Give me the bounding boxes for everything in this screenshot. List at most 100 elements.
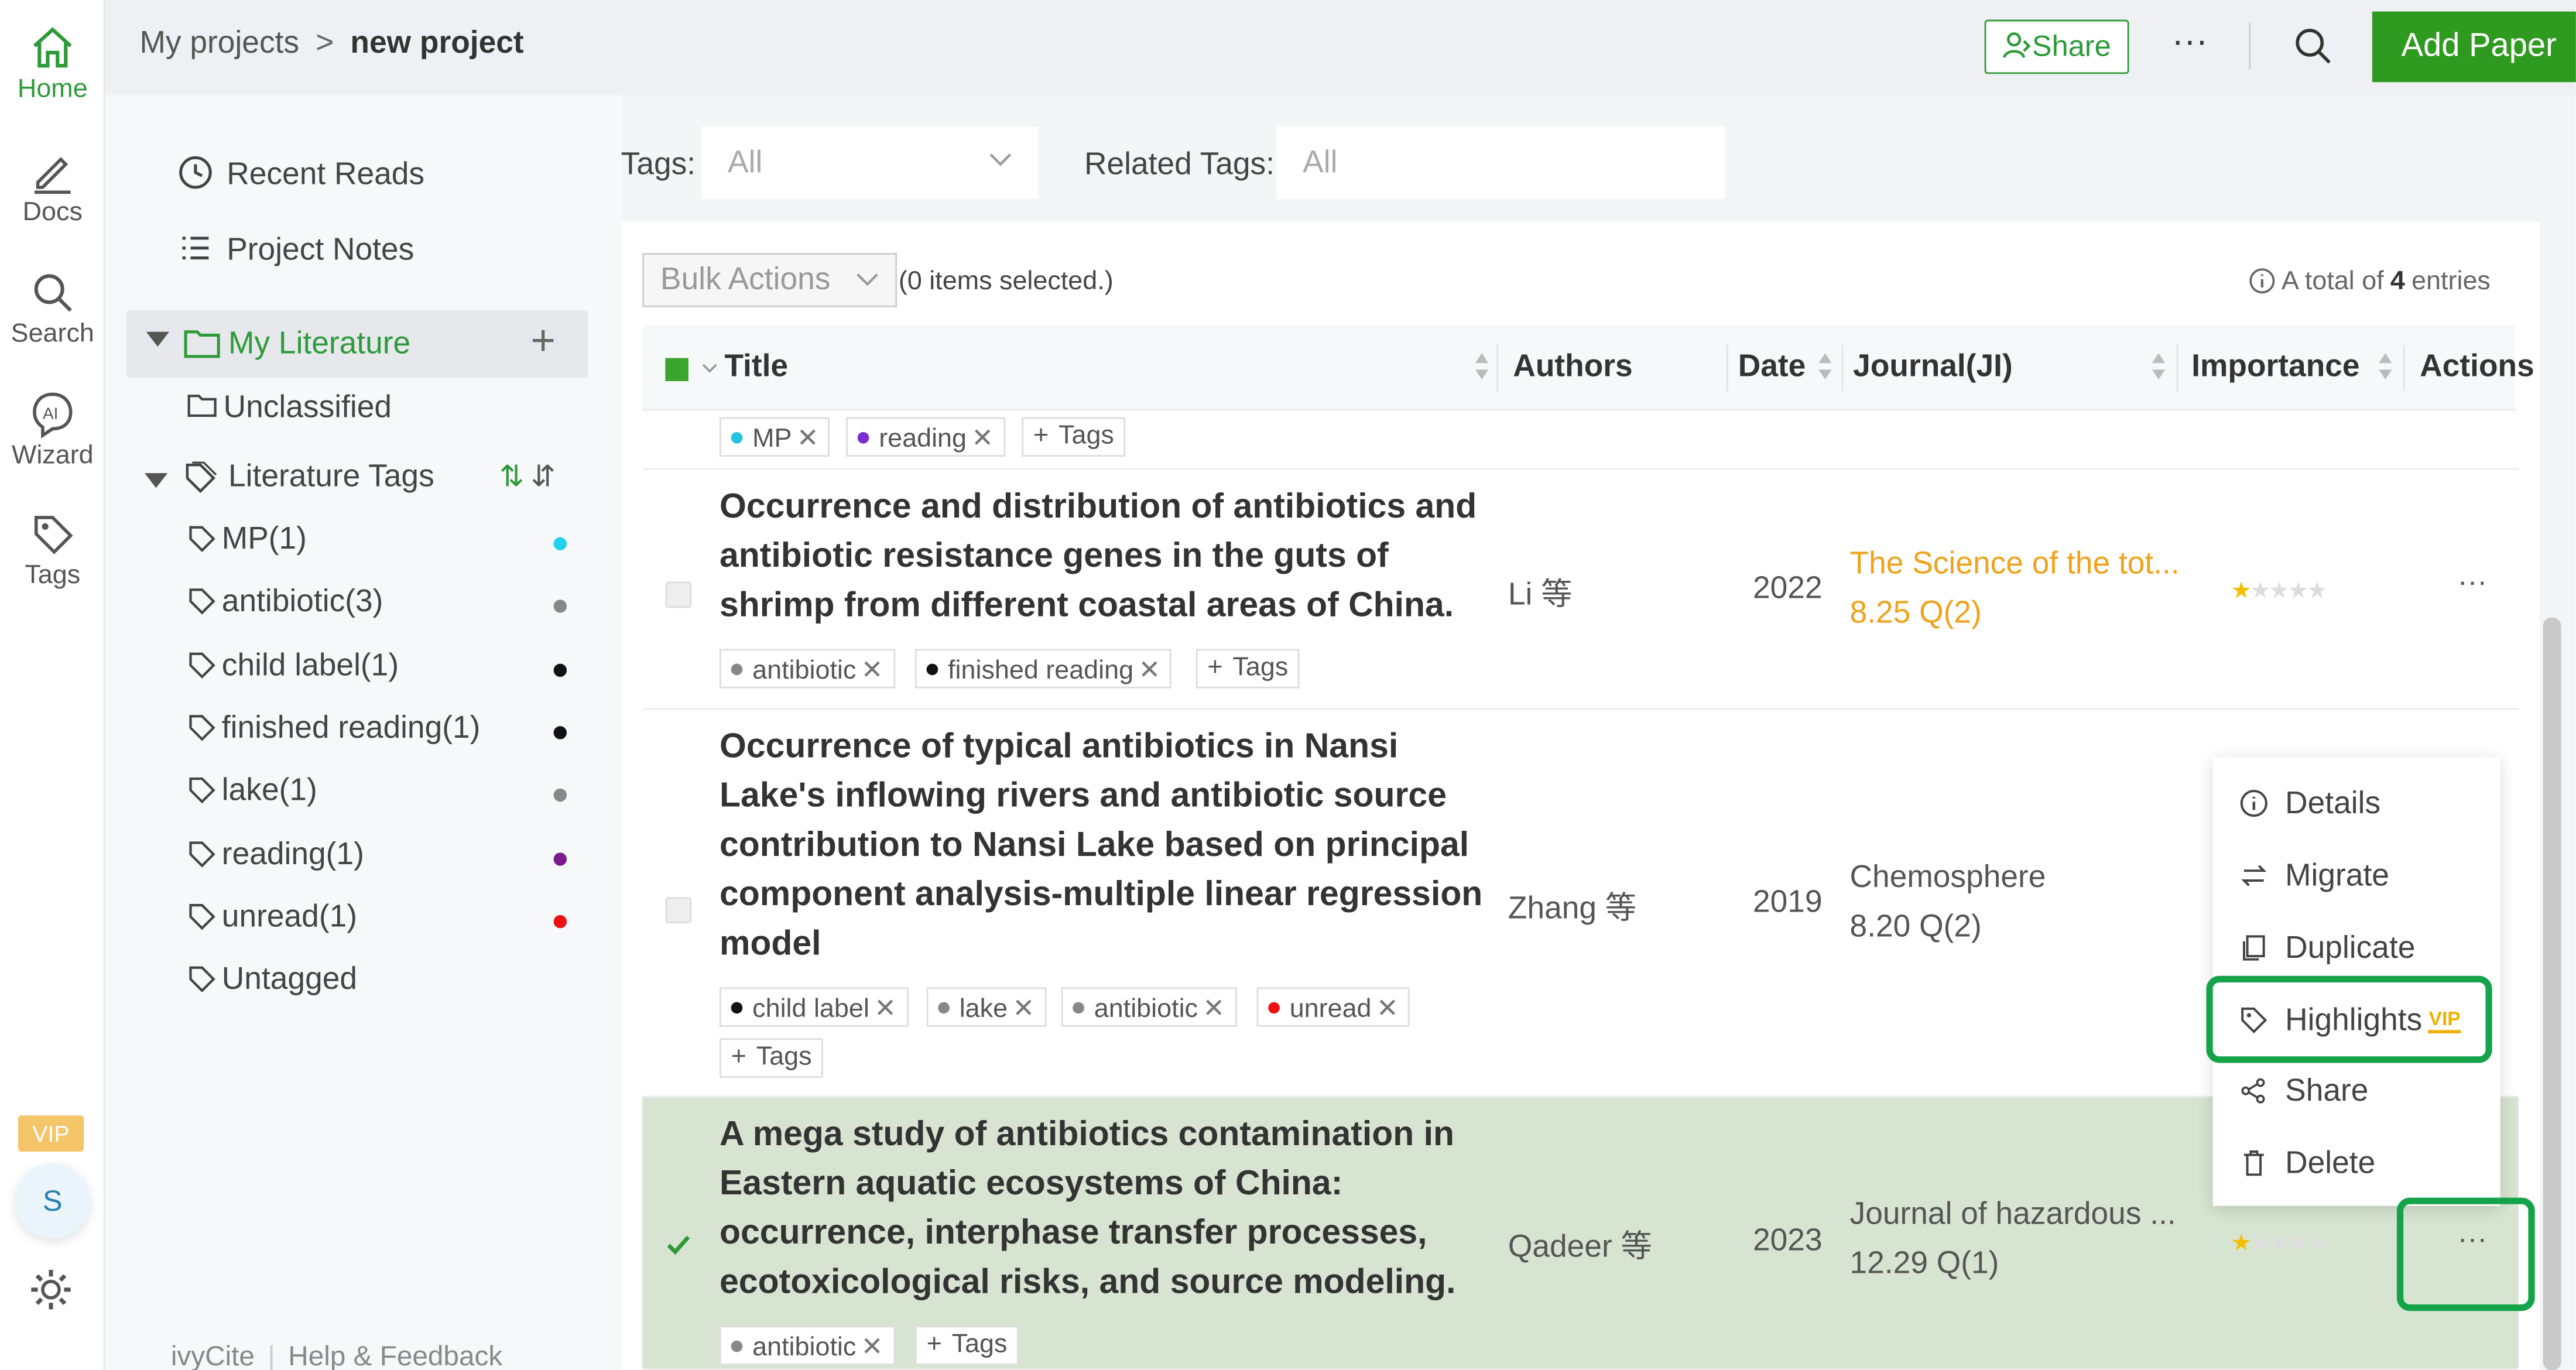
add-tag-button[interactable]: + Tags: [914, 1326, 1019, 1365]
collapse-triangle-icon[interactable]: [146, 331, 170, 347]
remove-tag-icon[interactable]: ✕: [1376, 995, 1399, 1023]
related-tags-value: All: [1303, 146, 1338, 181]
copy-icon: [2243, 935, 2265, 961]
tag-color-dot: [553, 851, 567, 865]
tags-filter-select[interactable]: All: [701, 126, 1039, 199]
sort-icon[interactable]: [2377, 348, 2393, 385]
table-row[interactable]: Occurrence and distribution of antibioti…: [642, 470, 2519, 710]
add-tag-button[interactable]: + Tags: [720, 1038, 824, 1078]
add-paper-button[interactable]: Add Paper: [2372, 11, 2576, 83]
bulk-actions-select[interactable]: Bulk Actions: [642, 253, 898, 307]
paper-journal[interactable]: The Science of the tot... 8.25 Q(2): [1850, 540, 2180, 639]
table-header: Title Authors Date Journal(JI) Importanc…: [642, 325, 2534, 411]
more-options-button[interactable]: ···: [2172, 20, 2208, 63]
breadcrumb-root[interactable]: My projects: [140, 26, 300, 61]
recent-reads-link[interactable]: Recent Reads: [177, 155, 424, 194]
add-folder-icon[interactable]: +: [530, 316, 556, 367]
column-date[interactable]: Date: [1738, 350, 1806, 386]
sidebar-tag-item[interactable]: antibiotic(3): [187, 585, 567, 628]
column-divider: [1841, 345, 1844, 391]
scrollbar[interactable]: [2543, 618, 2561, 1370]
folder-icon: [184, 330, 220, 358]
unclassified-folder[interactable]: Unclassified: [187, 391, 392, 427]
migrate-icon: [2241, 865, 2267, 886]
search-icon[interactable]: [2290, 23, 2337, 69]
remove-tag-icon[interactable]: ✕: [1013, 995, 1035, 1023]
column-divider: [1727, 345, 1728, 391]
collapse-triangle-icon[interactable]: [144, 473, 168, 488]
remove-tag-icon[interactable]: ✕: [1203, 995, 1225, 1023]
menu-item-details[interactable]: Details: [2239, 787, 2380, 823]
untagged-item[interactable]: Untagged: [187, 963, 565, 1005]
paper-title[interactable]: Occurrence of typical antibiotics in Nan…: [720, 723, 1500, 970]
sidebar-tag-item[interactable]: unread(1): [187, 900, 567, 943]
table-row: MP ✕ reading ✕ + Tags: [642, 411, 2519, 470]
help-feedback-link[interactable]: Help & Feedback: [288, 1341, 502, 1370]
tag-icon: [189, 966, 215, 992]
column-actions: Actions: [2420, 350, 2534, 385]
tag-chip-label: antibiotic: [1094, 995, 1198, 1024]
column-title[interactable]: Title: [724, 350, 788, 386]
sidebar-tag-item[interactable]: lake(1): [187, 774, 567, 817]
sort-icon[interactable]: [2150, 348, 2167, 385]
row-more-button[interactable]: ···: [2458, 565, 2487, 600]
remove-tag-icon[interactable]: ✕: [1138, 657, 1160, 685]
gear-icon[interactable]: [26, 1265, 76, 1314]
column-divider: [1496, 345, 1499, 391]
menu-item-duplicate[interactable]: Duplicate: [2239, 931, 2415, 968]
remove-tag-icon[interactable]: ✕: [874, 995, 896, 1023]
sort-icon[interactable]: [1474, 348, 1490, 385]
tag-icon: [189, 715, 215, 741]
remove-tag-icon[interactable]: ✕: [971, 426, 994, 454]
menu-item-migrate[interactable]: Migrate: [2239, 859, 2389, 896]
rail-tags-label: Tags: [25, 561, 81, 590]
remove-tag-icon[interactable]: ✕: [861, 1334, 883, 1362]
rail-docs[interactable]: Docs: [0, 146, 105, 228]
sort-icon[interactable]: [1817, 348, 1833, 385]
remove-tag-icon[interactable]: ✕: [797, 426, 819, 454]
left-rail: Home Docs Search AI Wizard Tags VIP S: [0, 0, 105, 1370]
row-checkbox[interactable]: [665, 897, 692, 923]
column-authors[interactable]: Authors: [1513, 350, 1632, 386]
importance-stars[interactable]: ★★★★★: [2231, 1229, 2328, 1257]
clock-icon: [179, 156, 212, 189]
paper-title[interactable]: Occurrence and distribution of antibioti…: [720, 483, 1500, 631]
sidebar-tag-item[interactable]: child label(1): [187, 648, 567, 691]
row-checkbox-checked[interactable]: [665, 1232, 691, 1259]
my-literature-folder[interactable]: My Literature +: [126, 310, 588, 378]
chevron-down-icon[interactable]: [701, 361, 718, 374]
rail-tags[interactable]: Tags: [0, 509, 105, 591]
literature-tags-header[interactable]: Literature Tags ⇅⇵: [138, 460, 598, 509]
rail-home-label: Home: [17, 76, 88, 104]
sidebar-tag-item[interactable]: MP(1): [187, 522, 567, 565]
paper-journal[interactable]: Journal of hazardous ... 12.29 Q(1): [1850, 1191, 2176, 1289]
project-notes-link[interactable]: Project Notes: [177, 230, 414, 269]
rail-home[interactable]: Home: [0, 23, 105, 105]
rail-search[interactable]: Search: [0, 268, 105, 350]
select-all-checkbox[interactable]: [665, 358, 688, 381]
column-importance[interactable]: Importance: [2191, 350, 2359, 386]
column-journal[interactable]: Journal(JI): [1853, 350, 2013, 386]
remove-tag-icon[interactable]: ✕: [861, 657, 883, 685]
sort-tags-icon[interactable]: ⇅⇵: [499, 460, 562, 495]
row-checkbox[interactable]: [665, 581, 692, 608]
brand-link[interactable]: ivyCite: [171, 1341, 255, 1370]
tag-chip-label: finished reading: [948, 657, 1134, 686]
tag-color-dot: [731, 431, 743, 444]
add-tag-button[interactable]: + Tags: [1195, 649, 1300, 689]
list-icon: [182, 237, 209, 260]
paper-journal[interactable]: Chemosphere 8.20 Q(2): [1850, 854, 2046, 953]
paper-title[interactable]: A mega study of antibiotics contaminatio…: [720, 1111, 1500, 1308]
sidebar-tag-item[interactable]: finished reading(1): [187, 711, 567, 754]
avatar[interactable]: S: [15, 1163, 91, 1239]
tag-icon: [189, 589, 215, 615]
menu-item-delete[interactable]: Delete: [2239, 1147, 2375, 1183]
add-tag-button[interactable]: + Tags: [1022, 417, 1126, 457]
related-tags-input[interactable]: All: [1276, 126, 1725, 199]
sidebar-tag-item[interactable]: reading(1): [187, 837, 567, 880]
share-button[interactable]: Share: [1984, 19, 2129, 74]
importance-stars[interactable]: ★★★★★: [2231, 577, 2328, 605]
rail-wizard[interactable]: AI Wizard: [0, 389, 105, 471]
vip-badge[interactable]: VIP: [18, 1115, 84, 1152]
menu-item-share[interactable]: Share: [2239, 1074, 2368, 1111]
